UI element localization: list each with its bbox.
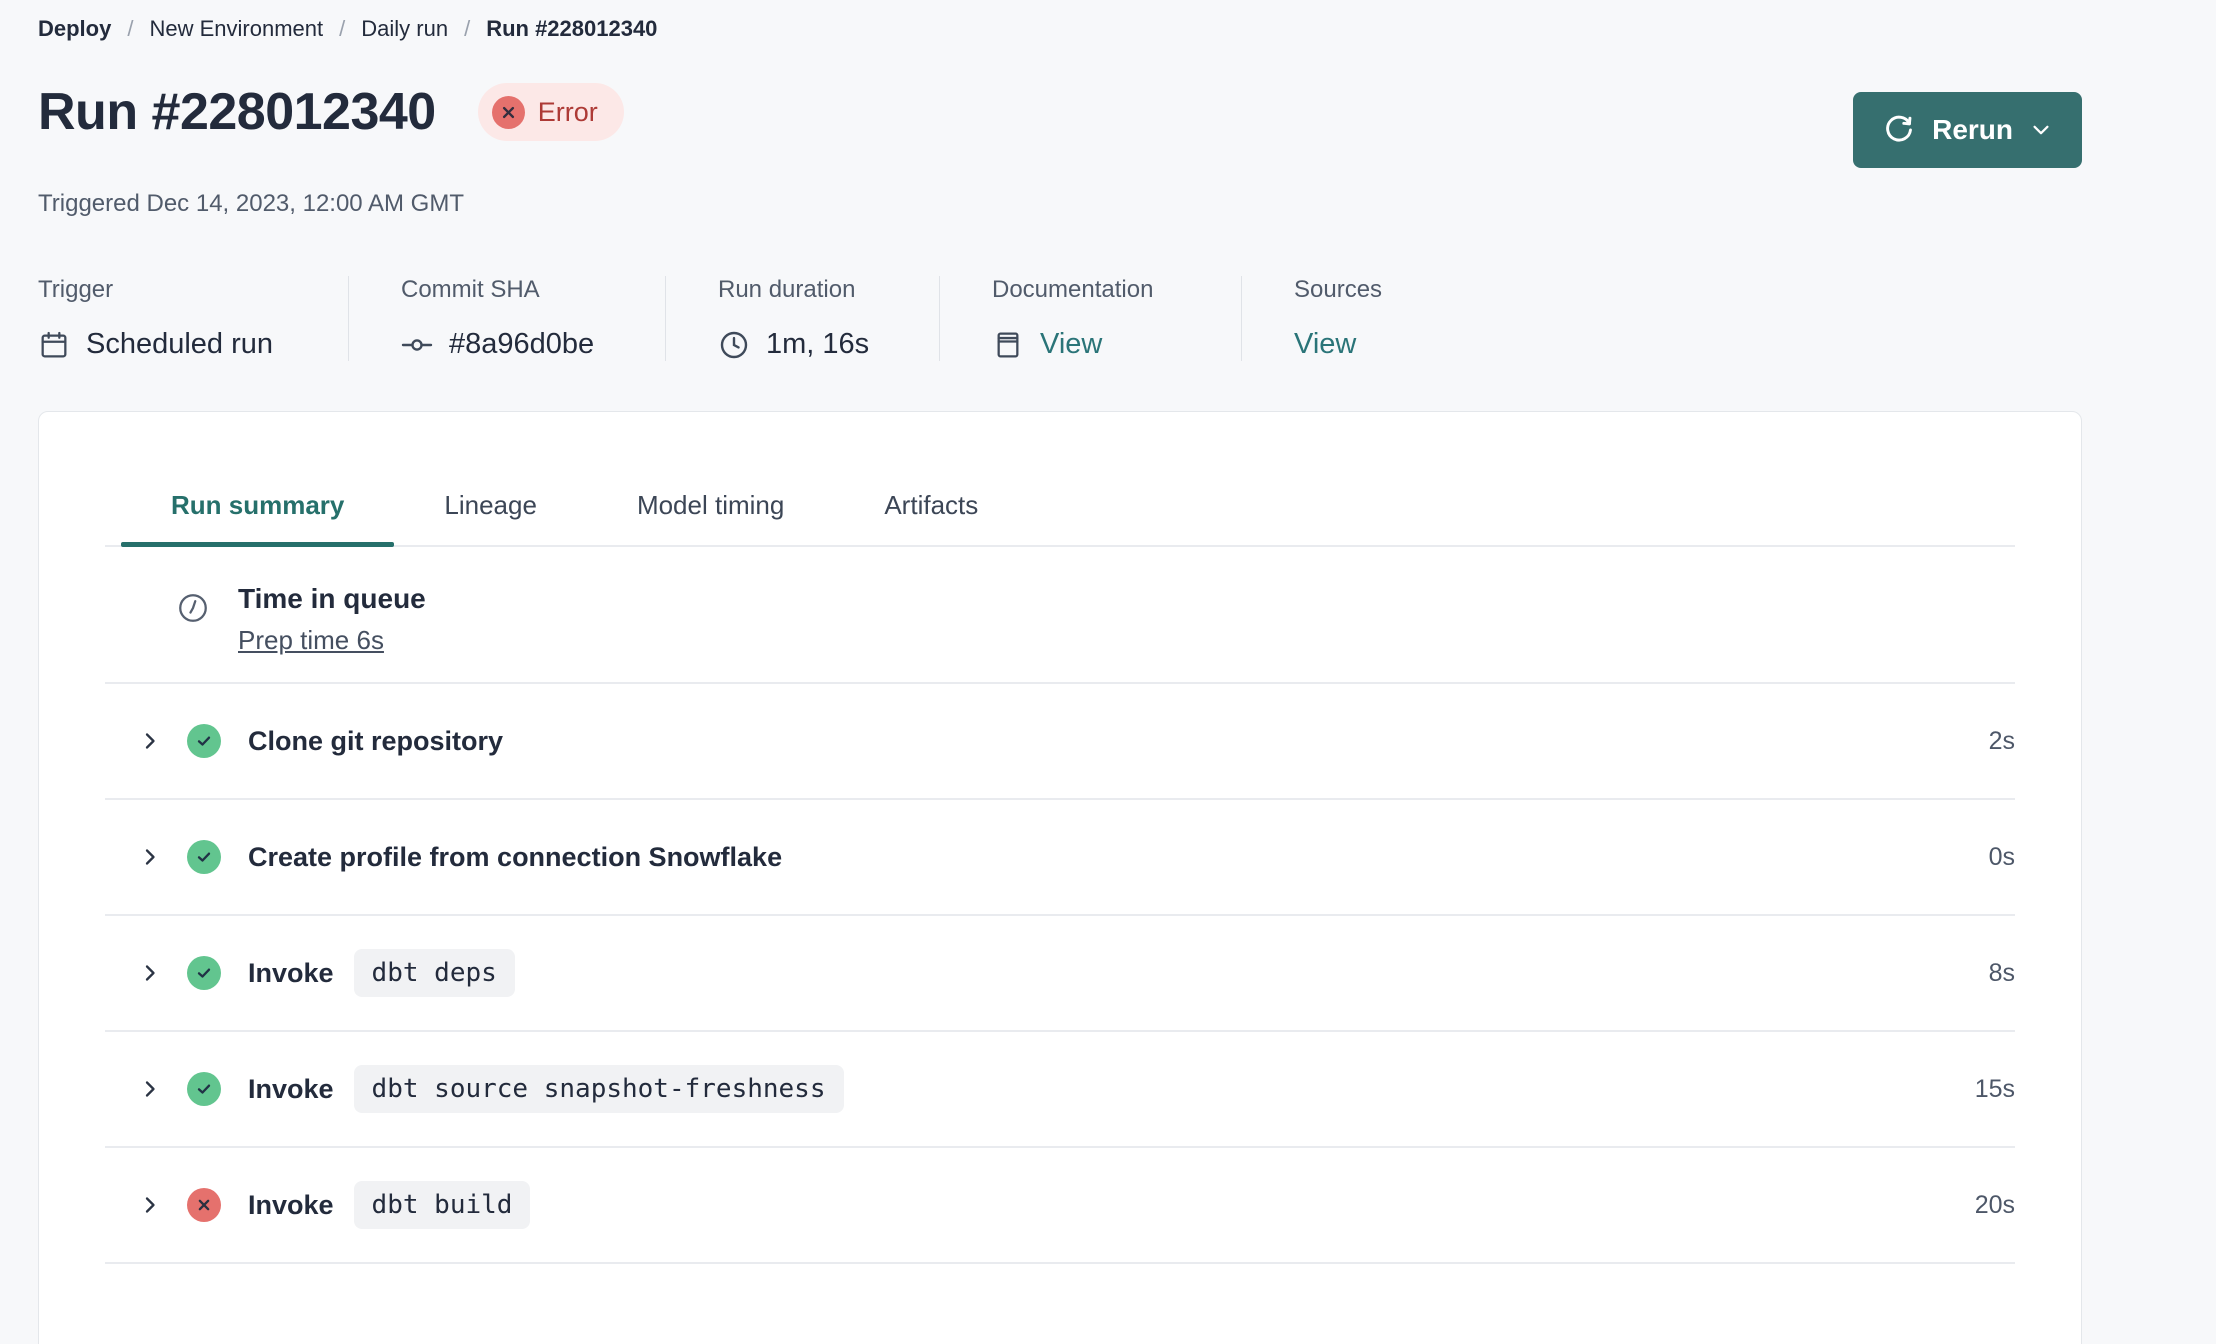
- document-icon: [992, 329, 1024, 361]
- time-in-queue-block: Time in queue Prep time 6s: [176, 547, 2015, 682]
- meta-trigger-value: Scheduled run: [86, 328, 274, 360]
- chevron-right-icon[interactable]: [138, 729, 162, 753]
- chevron-right-icon[interactable]: [138, 1077, 162, 1101]
- tab-artifacts[interactable]: Artifacts: [834, 474, 1028, 545]
- breadcrumb-job[interactable]: Daily run: [361, 16, 448, 42]
- tab-run-summary[interactable]: Run summary: [121, 474, 395, 547]
- commit-icon: [401, 329, 433, 361]
- breadcrumb-separator: /: [127, 16, 134, 41]
- page-header: Run #228012340 Error Rerun: [38, 82, 2082, 168]
- step-duration: 2s: [1988, 726, 2015, 755]
- page-title: Run #228012340: [38, 83, 436, 141]
- step-command-chip: dbt build: [353, 1181, 531, 1229]
- step-row-dbt-build[interactable]: Invoke dbt build 20s: [105, 1146, 2015, 1262]
- chevron-right-icon[interactable]: [138, 1193, 162, 1217]
- breadcrumb-separator: /: [464, 16, 471, 41]
- status-error-icon: [187, 1188, 221, 1222]
- step-row-dbt-source-freshness[interactable]: Invoke dbt source snapshot-freshness 15s: [105, 1030, 2015, 1146]
- step-title: Invoke: [248, 1189, 334, 1220]
- rerun-button-label: Rerun: [1932, 114, 2013, 145]
- tab-model-timing[interactable]: Model timing: [587, 474, 834, 545]
- step-duration: 20s: [1974, 1190, 2015, 1219]
- breadcrumb-deploy[interactable]: Deploy: [38, 16, 111, 42]
- breadcrumb-environment[interactable]: New Environment: [149, 16, 323, 42]
- step-title: Invoke: [248, 957, 334, 988]
- rerun-button[interactable]: Rerun: [1853, 92, 2082, 168]
- status-success-icon: [187, 1072, 221, 1106]
- meta-duration-label: Run duration: [718, 276, 856, 303]
- step-list: Clone git repository 2s Create profile f…: [105, 682, 2015, 1264]
- run-summary-card: Run summary Lineage Model timing Artifac…: [38, 411, 2082, 1344]
- step-command-chip: dbt deps: [353, 949, 515, 997]
- meta-commit-label: Commit SHA: [401, 276, 540, 303]
- status-success-icon: [187, 956, 221, 990]
- status-success-icon: [187, 840, 221, 874]
- step-row-dbt-deps[interactable]: Invoke dbt deps 8s: [105, 914, 2015, 1030]
- clock-icon: [718, 329, 750, 361]
- breadcrumb: Deploy / New Environment / Daily run / R…: [38, 0, 2082, 42]
- calendar-icon: [38, 329, 70, 361]
- step-duration: 0s: [1988, 842, 2015, 871]
- meta-sources: Sources View: [1241, 276, 1430, 361]
- tab-bar: Run summary Lineage Model timing Artifac…: [105, 412, 2015, 547]
- meta-sources-label: Sources: [1294, 276, 1383, 303]
- step-title: Clone git repository: [248, 725, 504, 756]
- step-duration: 15s: [1974, 1074, 2015, 1103]
- refresh-icon: [1883, 114, 1915, 146]
- error-status-badge: Error: [477, 83, 624, 141]
- status-success-icon: [187, 724, 221, 758]
- chevron-right-icon[interactable]: [138, 845, 162, 869]
- meta-documentation: Documentation View: [939, 276, 1241, 361]
- sources-view-link[interactable]: View: [1294, 328, 1356, 361]
- title-group: Run #228012340 Error: [38, 82, 624, 142]
- step-row-clone-git[interactable]: Clone git repository 2s: [105, 682, 2015, 798]
- chevron-right-icon[interactable]: [138, 961, 162, 985]
- prep-time-link[interactable]: Prep time 6s: [238, 625, 384, 656]
- step-duration: 8s: [1988, 958, 2015, 987]
- meta-run-duration: Run duration 1m, 16s: [665, 276, 939, 361]
- documentation-view-link[interactable]: View: [1040, 328, 1102, 361]
- error-circle-icon: [491, 95, 525, 129]
- meta-trigger: Trigger Scheduled run: [38, 276, 348, 361]
- breadcrumb-separator: /: [339, 16, 346, 41]
- status-badge-label: Error: [537, 96, 598, 127]
- time-in-queue-title: Time in queue: [238, 583, 426, 614]
- step-command-chip: dbt source snapshot-freshness: [353, 1065, 844, 1113]
- meta-commit-sha: Commit SHA #8a96d0be: [348, 276, 665, 361]
- triggered-timestamp: Triggered Dec 14, 2023, 12:00 AM GMT: [38, 190, 464, 217]
- meta-duration-value: 1m, 16s: [766, 328, 870, 360]
- meta-commit-value: #8a96d0be: [449, 328, 595, 360]
- chevron-down-icon: [2030, 119, 2052, 141]
- meta-trigger-label: Trigger: [38, 276, 114, 303]
- step-title: Invoke: [248, 1073, 334, 1104]
- clock-icon: [176, 591, 210, 625]
- run-meta-row: Trigger Scheduled run Commit SHA #8a96d0…: [38, 276, 2082, 361]
- breadcrumb-current-run: Run #228012340: [486, 16, 658, 41]
- step-title: Create profile from connection Snowflake: [248, 841, 783, 872]
- meta-documentation-label: Documentation: [992, 276, 1154, 303]
- tab-lineage[interactable]: Lineage: [394, 474, 587, 545]
- run-detail-page: Deploy / New Environment / Daily run / R…: [38, 0, 2082, 1344]
- step-row-create-profile[interactable]: Create profile from connection Snowflake…: [105, 798, 2015, 914]
